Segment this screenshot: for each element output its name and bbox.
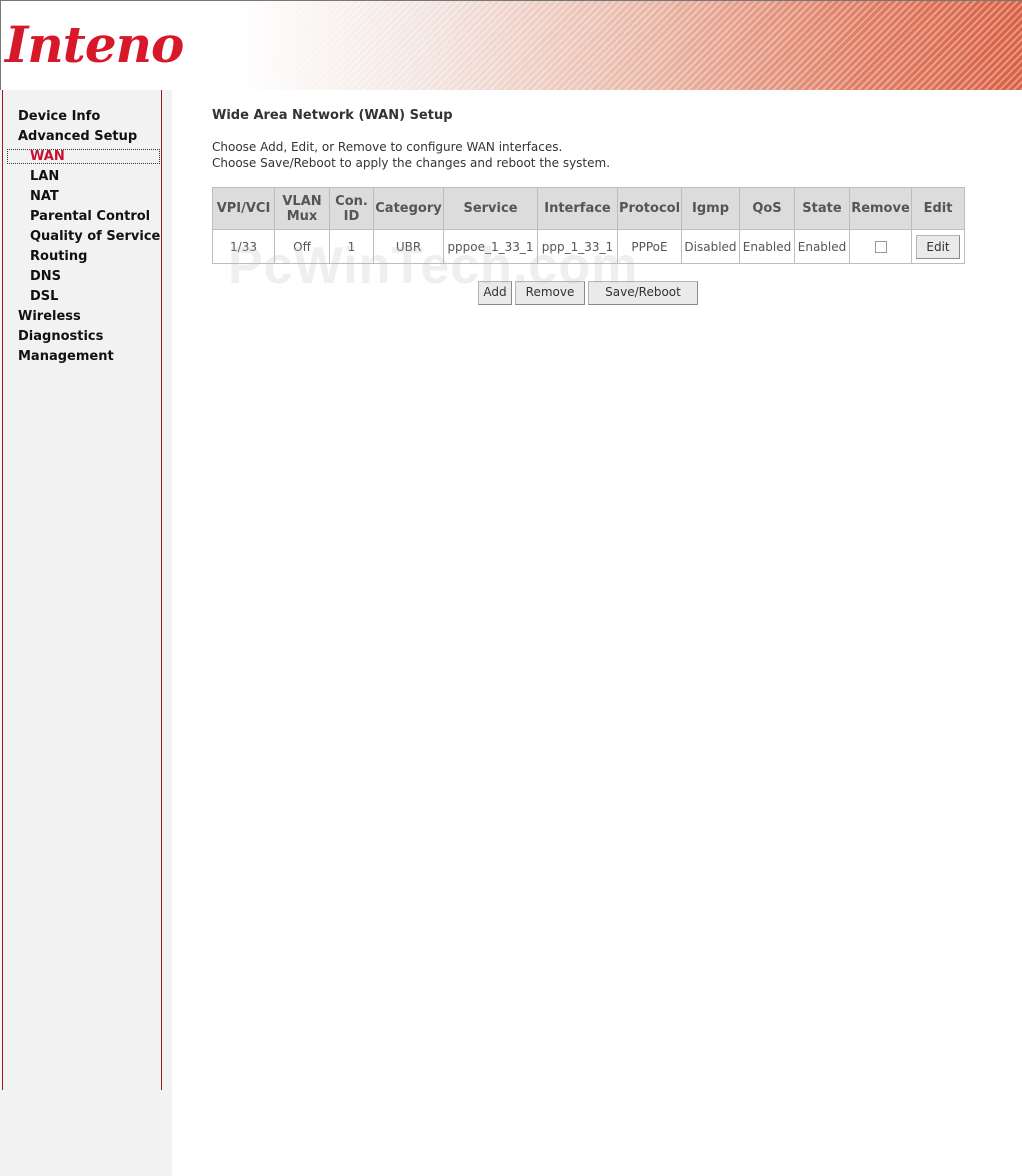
sidebar-item-wireless[interactable]: Wireless bbox=[18, 309, 81, 325]
cell-vlan-mux: Off bbox=[274, 229, 330, 264]
cell-interface: ppp_1_33_1 bbox=[537, 229, 618, 264]
sidebar-item-dsl[interactable]: DSL bbox=[30, 289, 58, 305]
header-vlan-line2: Mux bbox=[286, 208, 318, 224]
sidebar-item-dns[interactable]: DNS bbox=[30, 269, 61, 285]
header-vlan-mux: VLAN Mux bbox=[274, 187, 330, 230]
header-banner: Inteno bbox=[0, 0, 1022, 90]
header-vlan-line1: VLAN bbox=[282, 193, 322, 209]
header-interface: Interface bbox=[537, 187, 618, 230]
header-con-line2: ID bbox=[343, 208, 360, 224]
table-header-row: VPI/VCI VLAN Mux Con. ID Category Service … bbox=[212, 187, 965, 230]
cell-igmp: Disabled bbox=[681, 229, 740, 264]
edit-button[interactable]: Edit bbox=[916, 234, 960, 259]
cell-con-id: 1 bbox=[329, 229, 374, 264]
header-service: Service bbox=[443, 187, 538, 230]
header-protocol: Protocol bbox=[617, 187, 682, 230]
sidebar-item-nat[interactable]: NAT bbox=[30, 189, 59, 205]
sidebar: Device Info Advanced Setup WAN LAN NAT P… bbox=[0, 90, 172, 1176]
wan-interfaces-table: VPI/VCI VLAN Mux Con. ID Category Service … bbox=[212, 187, 965, 264]
sidebar-item-advanced-setup[interactable]: Advanced Setup bbox=[18, 129, 137, 145]
header-con-line1: Con. bbox=[335, 193, 368, 209]
inteno-logo: Inteno bbox=[5, 15, 184, 74]
cell-edit: Edit bbox=[911, 229, 965, 264]
cell-protocol: PPPoE bbox=[617, 229, 682, 264]
cell-qos: Enabled bbox=[739, 229, 795, 264]
sidebar-item-wan[interactable]: WAN bbox=[7, 149, 160, 164]
description-line-1: Choose Add, Edit, or Remove to configure… bbox=[212, 140, 563, 154]
save-reboot-button[interactable]: Save/Reboot bbox=[588, 281, 698, 305]
cell-vpi-vci: 1/33 bbox=[212, 229, 275, 264]
sidebar-item-wan-label: WAN bbox=[30, 149, 65, 164]
cell-state: Enabled bbox=[794, 229, 850, 264]
header-state: State bbox=[794, 187, 850, 230]
sidebar-item-device-info[interactable]: Device Info bbox=[18, 109, 100, 125]
header-category: Category bbox=[373, 187, 444, 230]
sidebar-menu: Device Info Advanced Setup WAN LAN NAT P… bbox=[2, 90, 162, 1090]
sidebar-item-parental-control[interactable]: Parental Control bbox=[30, 209, 150, 225]
sidebar-item-lan[interactable]: LAN bbox=[30, 169, 59, 185]
cell-category: UBR bbox=[373, 229, 444, 264]
add-button[interactable]: Add bbox=[478, 281, 512, 305]
remove-button[interactable]: Remove bbox=[515, 281, 585, 305]
sidebar-item-routing[interactable]: Routing bbox=[30, 249, 87, 265]
header-vpi-vci: VPI/VCI bbox=[212, 187, 275, 230]
cell-service: pppoe_1_33_1 bbox=[443, 229, 538, 264]
page-title: Wide Area Network (WAN) Setup bbox=[212, 108, 453, 123]
cell-remove bbox=[849, 229, 912, 264]
remove-checkbox[interactable] bbox=[874, 241, 887, 253]
sidebar-item-management[interactable]: Management bbox=[18, 349, 114, 365]
header-edit: Edit bbox=[911, 187, 965, 230]
header-igmp: Igmp bbox=[681, 187, 740, 230]
header-remove: Remove bbox=[849, 187, 912, 230]
sidebar-item-quality-of-service[interactable]: Quality of Service bbox=[30, 229, 160, 245]
header-qos: QoS bbox=[739, 187, 795, 230]
header-con-id: Con. ID bbox=[329, 187, 374, 230]
table-row: 1/33 Off 1 UBR pppoe_1_33_1 ppp_1_33_1 P… bbox=[212, 229, 965, 264]
sidebar-item-diagnostics[interactable]: Diagnostics bbox=[18, 329, 103, 345]
description-line-2: Choose Save/Reboot to apply the changes … bbox=[212, 156, 611, 170]
